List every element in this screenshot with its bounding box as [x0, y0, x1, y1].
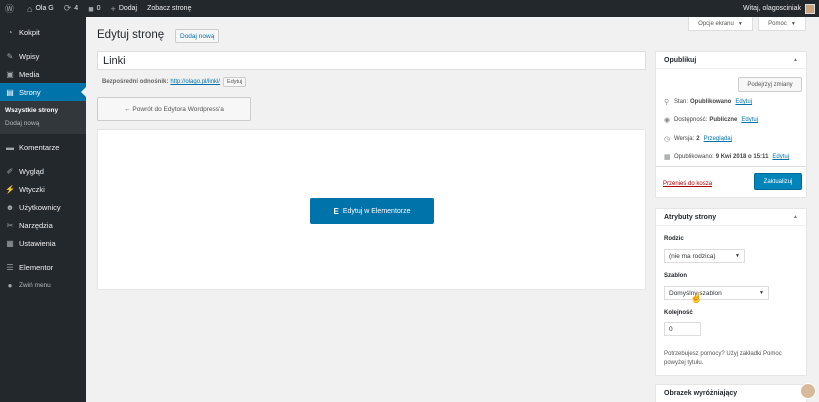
sidebar-item-wtyczki[interactable]: ⚡ Wtyczki [0, 180, 86, 198]
mouse-cursor-icon: ☝ [690, 293, 703, 304]
submenu-all-pages[interactable]: Wszystkie strony [0, 104, 86, 117]
caret-down-icon: ▼ [735, 253, 740, 259]
avatar [800, 383, 816, 399]
comments-icon: ▬ [6, 142, 14, 152]
back-to-wordpress-editor-button[interactable]: ← Powrót do Edytora Wordpress'a [97, 97, 251, 121]
new-content-link[interactable]: + Dodaj [106, 0, 143, 17]
media-icon: ▣ [6, 69, 14, 79]
plus-icon: + [110, 3, 116, 14]
collapse-arrow-icon[interactable]: ▲ [793, 57, 798, 63]
collapse-icon: ● [7, 280, 13, 290]
update-button[interactable]: Zaktualizuj [754, 173, 802, 190]
sidebar-submenu: Wszystkie strony Dodaj nową [0, 101, 86, 134]
history-icon: ◷ [664, 136, 671, 143]
account-menu[interactable]: Witaj, olagosciniak [743, 3, 819, 14]
elementor-icon: ☰ [6, 262, 14, 272]
wordpress-logo-icon[interactable]: Ⓦ [0, 0, 22, 17]
sidebar-collapse[interactable]: ● Zwiń menu [0, 276, 86, 294]
move-to-trash-link[interactable]: Przenieś do kosza [663, 181, 712, 187]
add-new-button[interactable]: Dodaj nową [175, 29, 220, 43]
page-attributes-header[interactable]: Atrybuty strony ▲ [656, 209, 806, 226]
divider [656, 166, 806, 167]
plugin-icon: ⚡ [5, 184, 15, 194]
template-select[interactable]: Domyślny szablon ▼ [664, 286, 769, 300]
comment-icon: ■ [88, 3, 94, 14]
permalink-edit-button[interactable]: Edytuj [223, 77, 247, 87]
parent-select[interactable]: (nie ma rodzica) ▼ [664, 249, 745, 263]
title-input[interactable]: Linki [97, 51, 646, 70]
order-input[interactable]: 0 [664, 322, 701, 336]
admin-sidebar: ◔ Kokpit ✎ Wpisy ▣ Media ▤ Strony Wszystkie … [0, 17, 86, 402]
permalink-link[interactable]: http://olago.pl/linki/ [170, 79, 220, 85]
avatar [805, 3, 815, 14]
sidebar-item-elementor[interactable]: ☰ Elementor [0, 258, 86, 276]
dashboard-icon: ◔ [7, 27, 13, 37]
page-attributes-box: Atrybuty strony ▲ Rodzic (nie ma rodzica)… [655, 208, 807, 376]
revisions-row: ◷ Wersja: 2 Przeglądaj [664, 136, 732, 143]
pin-icon: ✎ [6, 51, 14, 61]
calendar-icon: ▦ [664, 154, 671, 161]
refresh-icon: ⟳ [63, 3, 72, 13]
settings-icon: ▦ [6, 238, 14, 248]
caret-down-icon: ▼ [759, 290, 764, 296]
help-tab[interactable]: Pomoc ▼ [758, 17, 806, 31]
help-text: Potrzebujesz pomocy? Użyj zakładki Pomoc… [664, 351, 782, 366]
edit-with-elementor-button[interactable]: E Edytuj w Elementorze [310, 198, 434, 224]
sidebar-item-media[interactable]: ▣ Media [0, 65, 86, 83]
status-edit-link[interactable]: Edytuj [735, 99, 752, 105]
visibility-edit-link[interactable]: Edytuj [741, 117, 758, 123]
eye-icon: ◉ [664, 117, 671, 124]
users-icon: ☻ [5, 202, 15, 212]
featured-image-box: Obrazek wyróżniający [655, 384, 807, 402]
order-label: Kolejność [664, 310, 693, 316]
sidebar-item-ustawienia[interactable]: ▦ Ustawienia [0, 234, 86, 252]
screen-options-tab[interactable]: Opcje ekranu ▼ [688, 17, 753, 31]
date-edit-link[interactable]: Edytuj [772, 154, 789, 160]
sidebar-item-strony[interactable]: ▤ Strony [0, 83, 86, 101]
comments-link[interactable]: ■ 0 [83, 0, 105, 17]
collapse-arrow-icon[interactable]: ▲ [793, 214, 798, 220]
home-icon: ⌂ [27, 3, 33, 14]
site-name-link[interactable]: ⌂ Ola G [22, 0, 59, 17]
updates-link[interactable]: ⟳ 4 [59, 0, 83, 17]
publish-box-header[interactable]: Opublikuj ▲ [656, 52, 806, 69]
sidebar-item-kokpit[interactable]: ◔ Kokpit [0, 23, 86, 41]
permalink: Bezpośredni odnośnik: http://olago.pl/li… [102, 77, 247, 87]
caret-down-icon: ▼ [737, 20, 743, 27]
elementor-icon: E [333, 206, 339, 216]
pin-icon: ⚲ [664, 99, 670, 106]
permalink-label: Bezpośredni odnośnik: [102, 79, 169, 85]
featured-image-header[interactable]: Obrazek wyróżniający [656, 385, 806, 402]
tools-icon: ✂ [6, 220, 14, 230]
sidebar-item-wpisy[interactable]: ✎ Wpisy [0, 47, 86, 65]
brush-icon: ✐ [6, 166, 14, 176]
page-title: Edytuj stronę [97, 29, 165, 41]
admin-bar: Ⓦ ⌂ Ola G ⟳ 4 ■ 0 + Dodaj Zobacz stronę Wita… [0, 0, 819, 17]
visibility-row: ◉ Dostępność: Publiczne Edytuj [664, 117, 759, 124]
sidebar-item-uzytkownicy[interactable]: ☻ Użytkownicy [0, 198, 86, 216]
submenu-add-new[interactable]: Dodaj nową [0, 117, 86, 130]
sidebar-item-komentarze[interactable]: ▬ Komentarze [0, 138, 86, 156]
caret-down-icon: ▼ [790, 20, 796, 27]
template-label: Szablon [664, 273, 688, 279]
preview-changes-button[interactable]: Podejrzyj zmiany [738, 77, 802, 92]
published-date-row: ▦ Opublikowano: 9 Kwi 2018 o 15:11 Edytuj [664, 154, 790, 161]
sidebar-item-wyglad[interactable]: ✐ Wygląd [0, 162, 86, 180]
view-page-link[interactable]: Zobacz stronę [142, 0, 196, 17]
pages-icon: ▤ [6, 87, 14, 97]
revisions-browse-link[interactable]: Przeglądaj [704, 136, 732, 142]
sidebar-item-narzedzia[interactable]: ✂ Narzędzia [0, 216, 86, 234]
publish-box: Opublikuj ▲ Podejrzyj zmiany ⚲ Stan: Opubli… [655, 51, 807, 198]
parent-label: Rodzic [664, 236, 684, 242]
status-row: ⚲ Stan: Opublikowano Edytuj [664, 99, 753, 106]
